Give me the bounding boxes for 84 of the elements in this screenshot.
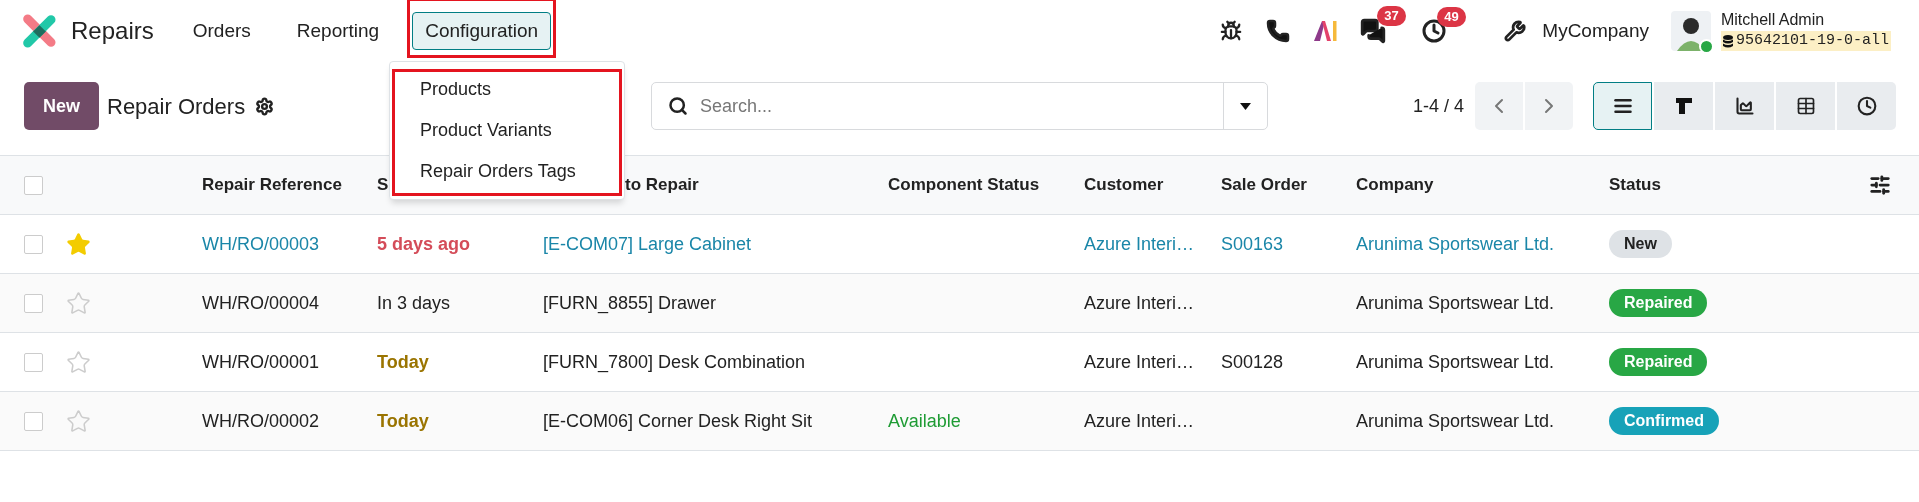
search-field[interactable]: Search... [651,82,1268,130]
bug-icon[interactable] [1220,20,1243,42]
dropdown-item[interactable]: Product Variants [420,117,552,144]
scheduled-date-cell: Today [377,410,429,431]
select-all-checkbox[interactable] [24,175,43,195]
caret-icon[interactable] [1240,102,1251,110]
view-switch-button[interactable] [1593,82,1652,130]
column-settings-icon[interactable] [1869,174,1891,196]
ai-logo-icon[interactable] [1312,19,1339,43]
count-badge: 49 [1437,7,1466,27]
scheduled-date-cell: 5 days ago [377,233,471,254]
column-header[interactable]: Component Status [888,175,1040,195]
user-name[interactable]: Mitchell Admin [1720,11,1891,29]
sale-order-cell[interactable]: S00163 [1221,233,1284,254]
customer-cell[interactable]: Azure Interi… [1084,410,1195,431]
customer-cell[interactable]: Azure Interi… [1084,351,1195,372]
column-header[interactable]: Sale Order [1221,175,1307,195]
row-checkbox[interactable] [24,234,43,254]
product-cell[interactable]: [FURN_8855] Drawer [543,292,717,313]
search-input[interactable]: Search... [700,92,1223,120]
search-icon [668,96,688,116]
user-avatar[interactable] [1670,11,1711,51]
database-name: 95642101-19-0-all [1735,31,1889,51]
new-button[interactable]: New [24,82,99,130]
reference-cell[interactable]: WH/RO/00004 [202,292,320,313]
company-switcher[interactable]: MyCompany [1542,16,1649,46]
favorite-star-icon[interactable] [66,349,91,375]
reference-cell[interactable]: WH/RO/00001 [202,351,320,372]
view-switch-button[interactable] [1715,82,1774,130]
phone-icon[interactable] [1266,19,1291,43]
company-cell[interactable]: Arunima Sportswear Ltd. [1356,410,1555,431]
row-checkbox[interactable] [24,293,43,313]
database-icon [1722,34,1733,48]
reference-cell[interactable]: WH/RO/00002 [202,410,320,431]
company-cell[interactable]: Arunima Sportswear Ltd. [1356,292,1555,313]
area-chart-icon [1734,96,1755,116]
kanban-view-icon [1673,96,1694,116]
favorite-star-icon[interactable] [66,290,91,316]
column-header[interactable]: Repair Reference [202,175,342,195]
product-cell[interactable]: [E-COM06] Corner Desk Right Sit [543,410,813,431]
view-switch-button[interactable] [1654,82,1713,130]
status-badge: Repaired [1609,289,1708,317]
clock-icon [1856,96,1877,116]
count-badge: 37 [1377,6,1406,26]
sale-order-cell[interactable]: S00128 [1221,351,1284,372]
tools-icon[interactable] [1504,20,1527,42]
company-cell[interactable]: Arunima Sportswear Ltd. [1356,233,1555,254]
app-logo[interactable] [22,14,56,48]
list-view-icon [1612,96,1633,116]
product-cell[interactable]: [FURN_7800] Desk Combination [543,351,806,372]
activity-clock-icon[interactable] [1422,19,1447,43]
dropdown-item[interactable]: Products [420,76,492,103]
menu-item[interactable]: Reporting [283,12,393,50]
favorite-star-icon[interactable] [66,231,91,257]
customer-cell[interactable]: Azure Interi… [1084,233,1195,254]
view-switch-button[interactable] [1776,82,1835,130]
menu-item[interactable]: Orders [179,12,264,50]
pager-value[interactable]: 1-4 / 4 [1412,92,1464,120]
scheduled-date-cell: Today [377,351,429,372]
customer-cell[interactable]: Azure Interi… [1084,292,1195,313]
chat-icon[interactable] [1360,18,1387,44]
column-header[interactable]: Customer [1084,175,1164,195]
dropdown-item[interactable]: Repair Orders Tags [420,158,576,185]
menu-item[interactable]: Configuration [412,12,552,50]
column-header[interactable]: Status [1609,175,1661,195]
column-header[interactable]: S [377,175,389,195]
app-name[interactable]: Repairs [71,13,154,49]
row-checkbox[interactable] [24,352,43,372]
column-header[interactable]: Company [1356,175,1434,195]
favorite-star-icon[interactable] [66,408,91,434]
company-cell[interactable]: Arunima Sportswear Ltd. [1356,351,1555,372]
row-checkbox[interactable] [24,411,43,431]
page-title: Repair Orders [107,92,246,121]
product-cell[interactable]: [E-COM07] Large Cabinet [543,233,752,254]
column-header[interactable]: to Repair [625,175,699,195]
scheduled-date-cell: In 3 days [377,292,451,313]
status-badge: New [1609,230,1672,258]
settings-icon[interactable] [255,96,275,116]
status-badge: Confirmed [1609,407,1719,435]
status-badge: Repaired [1609,348,1708,376]
reference-cell[interactable]: WH/RO/00003 [202,233,320,254]
view-switch-button[interactable] [1837,82,1896,130]
table-grid-icon [1795,96,1816,116]
component-status-cell: Available [888,410,961,431]
